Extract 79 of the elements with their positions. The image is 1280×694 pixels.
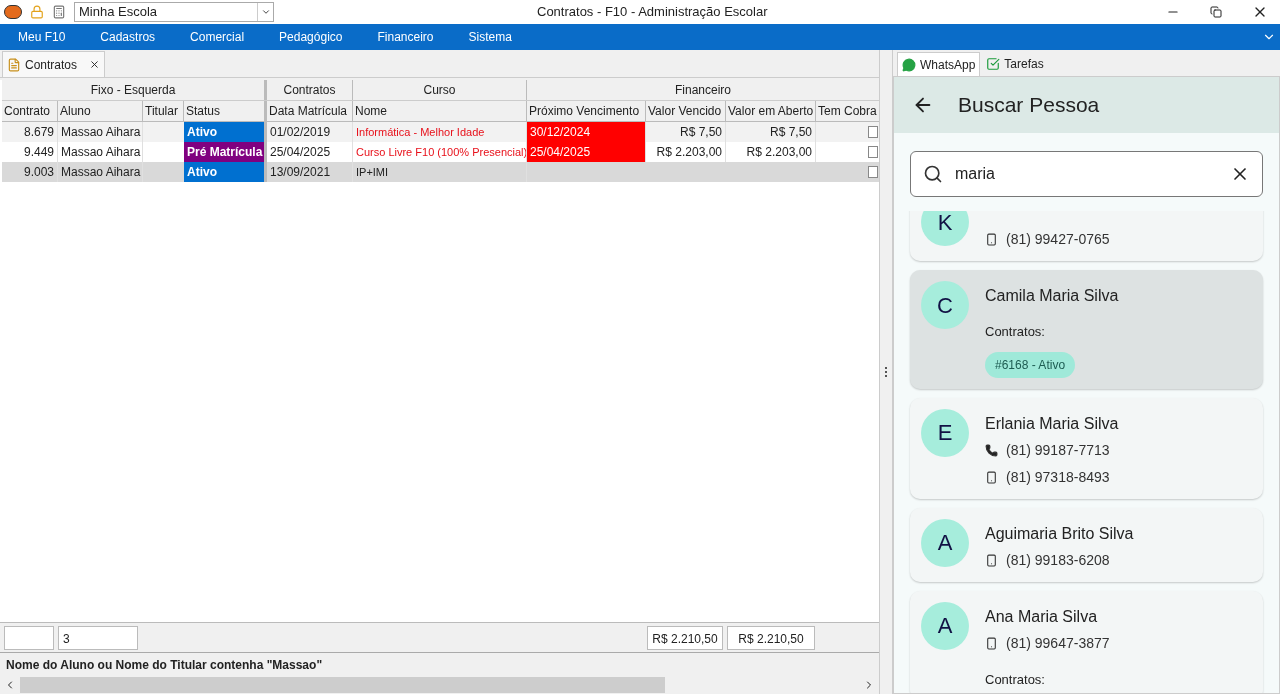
calculator-icon[interactable] — [52, 5, 66, 19]
table-cell: 25/04/2025 — [527, 142, 646, 162]
search-field[interactable]: maria — [910, 151, 1263, 197]
person-card[interactable]: E Erlania Maria Silva (81) 99187-7713 (81) 97318-8493 — [910, 397, 1263, 499]
person-card[interactable]: K (81) 99427-0765 — [910, 211, 1263, 261]
contracts-label: Contratos: — [985, 323, 1046, 341]
person-card[interactable]: A Aguimaria Brito Silva (81) 99183-6208 — [910, 507, 1263, 582]
phone-number: (81) 97318-8493 — [1006, 467, 1110, 487]
mobile-phone-icon — [985, 636, 998, 650]
avatar: A — [921, 601, 969, 650]
document-icon — [7, 57, 21, 72]
contract-chip[interactable]: #6168 - Ativo — [985, 351, 1076, 378]
checkbox[interactable] — [868, 166, 878, 178]
person-name: Ana Maria Silva — [985, 606, 1099, 627]
total-field: R$ 2.210,50 — [727, 625, 815, 650]
menu-item[interactable]: Cadastros — [100, 28, 156, 46]
menu-item[interactable]: Meu F10 — [18, 28, 66, 46]
table-cell: Massao Aihara — [58, 162, 143, 182]
phone-icon — [985, 443, 998, 457]
table-cell: 30/12/2024 — [527, 122, 646, 142]
column-header[interactable]: Valor Vencido — [646, 101, 726, 121]
count-field: 3 — [58, 625, 138, 650]
chat-icon — [902, 57, 916, 72]
person-card[interactable]: A Ana Maria Silva (81) 99647-3877 Contratos: — [910, 590, 1263, 693]
panel-tab[interactable]: Tarefas — [982, 52, 1048, 76]
phone-number: (81) 99187-7713 — [1006, 440, 1110, 460]
checkbox[interactable] — [868, 146, 878, 158]
avatar: E — [921, 408, 969, 457]
window-title: Contratos - F10 - Administração Escolar — [537, 3, 768, 21]
person-name: Erlania Maria Silva — [985, 413, 1119, 434]
checklist-icon — [986, 57, 1001, 71]
mobile-phone-icon — [985, 553, 998, 567]
total-field: R$ 2.210,50 — [647, 625, 723, 650]
column-header[interactable]: Próximo Vencimento — [527, 101, 646, 121]
menu-item[interactable]: Pedagógico — [279, 28, 343, 46]
column-header[interactable]: Valor em Aberto — [726, 101, 816, 121]
status-cell: Ativo — [184, 162, 267, 182]
column-group-header: Curso — [353, 80, 527, 100]
menu-item[interactable]: Comercial — [190, 28, 245, 46]
contracts-label: Contratos: — [985, 670, 1046, 689]
column-header[interactable]: Data Matrícula — [267, 101, 353, 121]
column-header[interactable]: Titular — [143, 101, 184, 121]
splitter-handle-icon[interactable] — [885, 367, 887, 377]
avatar: C — [921, 281, 969, 329]
column-group-header: Contratos — [267, 80, 353, 100]
table-row[interactable]: 9.003 Massao Aihara Ativo 13/09/2021 IP+IMI — [2, 162, 879, 182]
school-select[interactable]: Minha Escola — [74, 2, 274, 22]
mobile-phone-icon — [985, 233, 998, 246]
panel-title: Buscar Pessoa — [958, 92, 1100, 119]
total-field — [4, 625, 54, 650]
dropdown-icon — [260, 7, 271, 17]
filter-text: Nome do Aluno ou Nome do Titular contenha "Massao" — [0, 652, 879, 676]
avatar: A — [921, 518, 969, 567]
person-name: Camila Maria Silva — [985, 286, 1119, 306]
status-cell: Ativo — [184, 122, 267, 142]
person-card[interactable]: C Camila Maria Silva Contratos: #6168 - Ativo — [910, 270, 1263, 389]
lock-icon[interactable] — [30, 5, 44, 19]
document-tab[interactable]: Contratos — [2, 51, 106, 77]
person-name: Aguimaria Brito Silva — [985, 523, 1134, 544]
table-cell: 9.003 — [2, 162, 58, 182]
restore-icon[interactable] — [1210, 6, 1222, 18]
checkbox[interactable] — [868, 126, 878, 138]
avatar: K — [921, 211, 969, 246]
table-row[interactable]: 8.679 Massao Aihara Ativo 01/02/2019 Informática - Melhor Idade 30/12/2024 R$ 7,50 R$ 7,50 — [2, 122, 879, 142]
column-header[interactable]: Contrato — [2, 101, 58, 121]
menu-item[interactable]: Sistema — [468, 28, 512, 46]
search-icon — [923, 164, 943, 184]
phone-number: (81) 99427-0765 — [1006, 230, 1110, 249]
panel-tab[interactable]: WhatsApp — [897, 52, 981, 76]
phone-number: (81) 99647-3877 — [1006, 633, 1110, 653]
close-icon[interactable] — [89, 59, 101, 70]
mobile-phone-icon — [985, 470, 998, 484]
menu-item[interactable]: Financeiro — [377, 28, 434, 46]
status-cell: Pré Matrícula — [184, 142, 267, 162]
table-cell: IP+IMI — [353, 162, 527, 182]
table-cell: 13/09/2021 — [267, 162, 353, 182]
column-header[interactable]: Aluno — [58, 101, 143, 121]
phone-number: (81) 99183-6208 — [1006, 550, 1110, 570]
column-header[interactable]: Nome — [353, 101, 527, 121]
